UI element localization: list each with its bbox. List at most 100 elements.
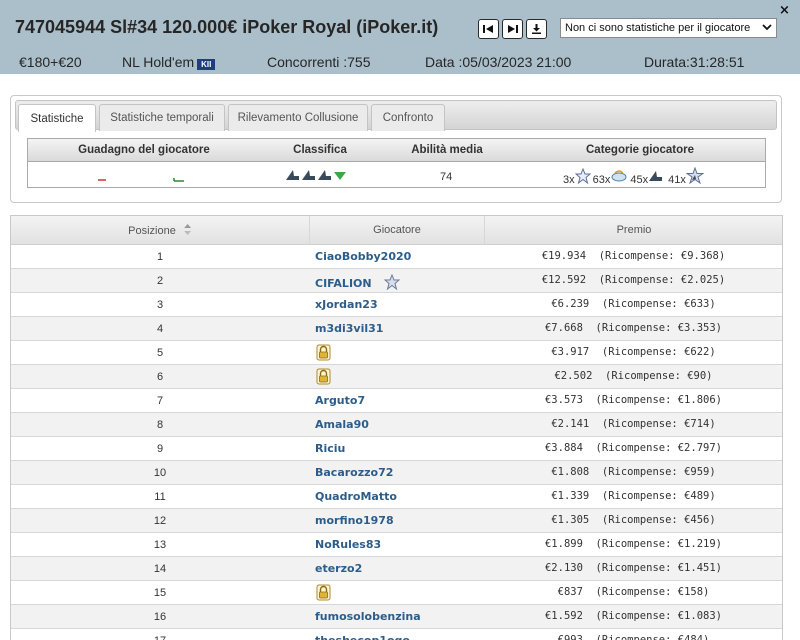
- player-link[interactable]: fumosolobenzina: [315, 610, 421, 623]
- player-name: QuadroMatto: [315, 490, 397, 503]
- table-row: 13 NoRules83 €1.899 (Ricompense: €1.219): [11, 533, 782, 557]
- results-table: Posizione Giocatore Premio 1 CiaoBobby202…: [10, 215, 783, 640]
- player-link[interactable]: Arguto7: [315, 394, 365, 407]
- fish-icon: [611, 170, 627, 182]
- next-button[interactable]: [502, 19, 523, 39]
- player-name: Riciu: [315, 442, 346, 455]
- position-cell: 15: [153, 587, 167, 599]
- shark-icon: [318, 170, 331, 180]
- player-link[interactable]: CIFALION: [315, 273, 400, 291]
- table-row: 6 €2.502 (Ricompense: €90): [11, 365, 782, 389]
- player-link[interactable]: eterzo2: [315, 562, 362, 575]
- player-name: Bacarozzo72: [315, 466, 394, 479]
- player-name: Arguto7: [315, 394, 366, 407]
- star-shark-icon: [685, 167, 704, 185]
- tab-statistiche[interactable]: Statistiche: [18, 104, 96, 132]
- category-count: 63x: [592, 174, 611, 186]
- prize-cell: €837 (Ricompense: €158): [557, 586, 710, 598]
- position-cell: 3: [156, 299, 164, 311]
- ranking-header: Classifica: [293, 144, 347, 156]
- entrants-text: Concorrenti :755: [267, 54, 371, 70]
- ki-logo-icon: KII: [197, 59, 216, 70]
- position-cell: 7: [156, 395, 164, 407]
- player-stats-header: Guadagno del giocatore Classifica Abilit…: [28, 139, 765, 162]
- position-cell: 2: [156, 275, 164, 287]
- prize-cell: €1.899 (Ricompense: €1.219): [544, 538, 722, 550]
- position-cell: 13: [153, 539, 167, 551]
- close-icon[interactable]: ×: [779, 3, 790, 18]
- position-cell: 4: [156, 323, 164, 335]
- game-type: NL Hold'em KII: [122, 54, 216, 70]
- date-text: Data :05/03/2023 21:00: [425, 54, 572, 70]
- player-link[interactable]: Bacarozzo72: [315, 466, 393, 479]
- tab-statistiche-temporali[interactable]: Statistiche temporali: [99, 104, 225, 131]
- table-row: 4 m3di3vil31 €7.668 (Ricompense: €3.353): [11, 317, 782, 341]
- first-button[interactable]: [478, 19, 499, 39]
- avg-ability-header: Abilità media: [411, 144, 483, 156]
- tab-bar: Statistiche Statistiche temporali Rileva…: [15, 100, 777, 132]
- player-name: fumosolobenzina: [315, 610, 421, 623]
- player-link[interactable]: Riciu: [315, 442, 345, 455]
- player-link[interactable]: morfino1978: [315, 514, 394, 527]
- table-row: 10 Bacarozzo72 €1.808 (Ricompense: €959): [11, 461, 782, 485]
- download-icon: [532, 24, 541, 34]
- player-name: theshecop1ogo: [315, 634, 410, 640]
- position-cell: 16: [153, 611, 167, 623]
- table-row: 14 eterzo2 €2.130 (Ricompense: €1.451): [11, 557, 782, 581]
- player-stats-select-value: Non ci sono statistiche per il giocatore: [565, 22, 751, 34]
- table-row: 3 xJordan23 €6.239 (Ricompense: €633): [11, 293, 782, 317]
- table-row: 1 CiaoBobby2020 €19.934 (Ricompense: €9.36…: [11, 245, 782, 269]
- table-row: 8 Amala90 €2.141 (Ricompense: €714): [11, 413, 782, 437]
- player-name: xJordan23: [315, 298, 378, 311]
- duration-text: Durata:31:28:51: [644, 54, 745, 70]
- player-link[interactable]: theshecop1ogo: [315, 634, 410, 640]
- position-cell: 11: [154, 491, 166, 503]
- table-row: 7 Arguto7 €3.573 (Ricompense: €1.806): [11, 389, 782, 413]
- table-row: 12 morfino1978 €1.305 (Ricompense: €456): [11, 509, 782, 533]
- results-header: Posizione Giocatore Premio: [11, 216, 782, 245]
- position-cell: 12: [153, 515, 167, 527]
- player-name: Amala90: [315, 418, 369, 431]
- prize-cell: €12.592 (Ricompense: €2.025): [541, 274, 726, 286]
- table-row: 16 fumosolobenzina €1.592 (Ricompense: €1.…: [11, 605, 782, 629]
- star-icon: [383, 273, 400, 291]
- sort-icon: [183, 224, 191, 235]
- player-link[interactable]: NoRules83: [315, 538, 381, 551]
- position-cell: 10: [153, 467, 167, 479]
- tournament-title: 747045944 Sl#34 120.000€ iPoker Royal (i…: [15, 17, 439, 37]
- prize-cell: €19.934 (Ricompense: €9.368): [541, 250, 726, 262]
- skip-start-icon: [483, 25, 493, 33]
- position-header[interactable]: Posizione: [128, 224, 192, 237]
- player-link[interactable]: QuadroMatto: [315, 490, 397, 503]
- player-stats-select[interactable]: Non ci sono statistiche per il giocatore: [560, 18, 777, 38]
- gain-header: Guadagno del giocatore: [78, 144, 210, 156]
- lock-icon: [316, 344, 331, 361]
- player-link[interactable]: m3di3vil31: [315, 322, 383, 335]
- download-button[interactable]: [526, 19, 547, 39]
- rank-down-arrow-icon: [334, 172, 346, 180]
- table-row: 15 €837 (Ricompense: €158): [11, 581, 782, 605]
- player-link[interactable]: xJordan23: [315, 298, 378, 311]
- prize-cell: €7.668 (Ricompense: €3.353): [544, 322, 722, 334]
- prize-cell: €3.573 (Ricompense: €1.806): [544, 394, 722, 406]
- buyin-text: €180+€20: [19, 54, 82, 70]
- ranking-icons: [286, 170, 346, 180]
- prize-cell: €2.141 (Ricompense: €714): [551, 418, 716, 430]
- position-cell: 1: [156, 251, 164, 263]
- player-name: m3di3vil31: [315, 322, 384, 335]
- shark-icon: [286, 170, 299, 180]
- category-count: 3x: [563, 174, 575, 186]
- position-cell: 6: [156, 371, 164, 383]
- position-cell: 14: [153, 563, 167, 575]
- player-link[interactable]: Amala90: [315, 418, 369, 431]
- tab-rilevamento-collusione[interactable]: Rilevamento Collusione: [228, 104, 368, 131]
- prize-cell: €1.339 (Ricompense: €489): [551, 490, 716, 502]
- position-cell: 9: [156, 443, 164, 455]
- prize-cell: €3.917 (Ricompense: €622): [551, 346, 716, 358]
- skip-end-icon: [508, 25, 518, 33]
- player-link[interactable]: CiaoBobby2020: [315, 250, 411, 263]
- prize-cell: €1.305 (Ricompense: €456): [551, 514, 716, 526]
- tab-confronto[interactable]: Confronto: [371, 104, 445, 131]
- player-categories: 3x 63x 45x 41x: [563, 166, 704, 186]
- gain-chart: [98, 178, 184, 182]
